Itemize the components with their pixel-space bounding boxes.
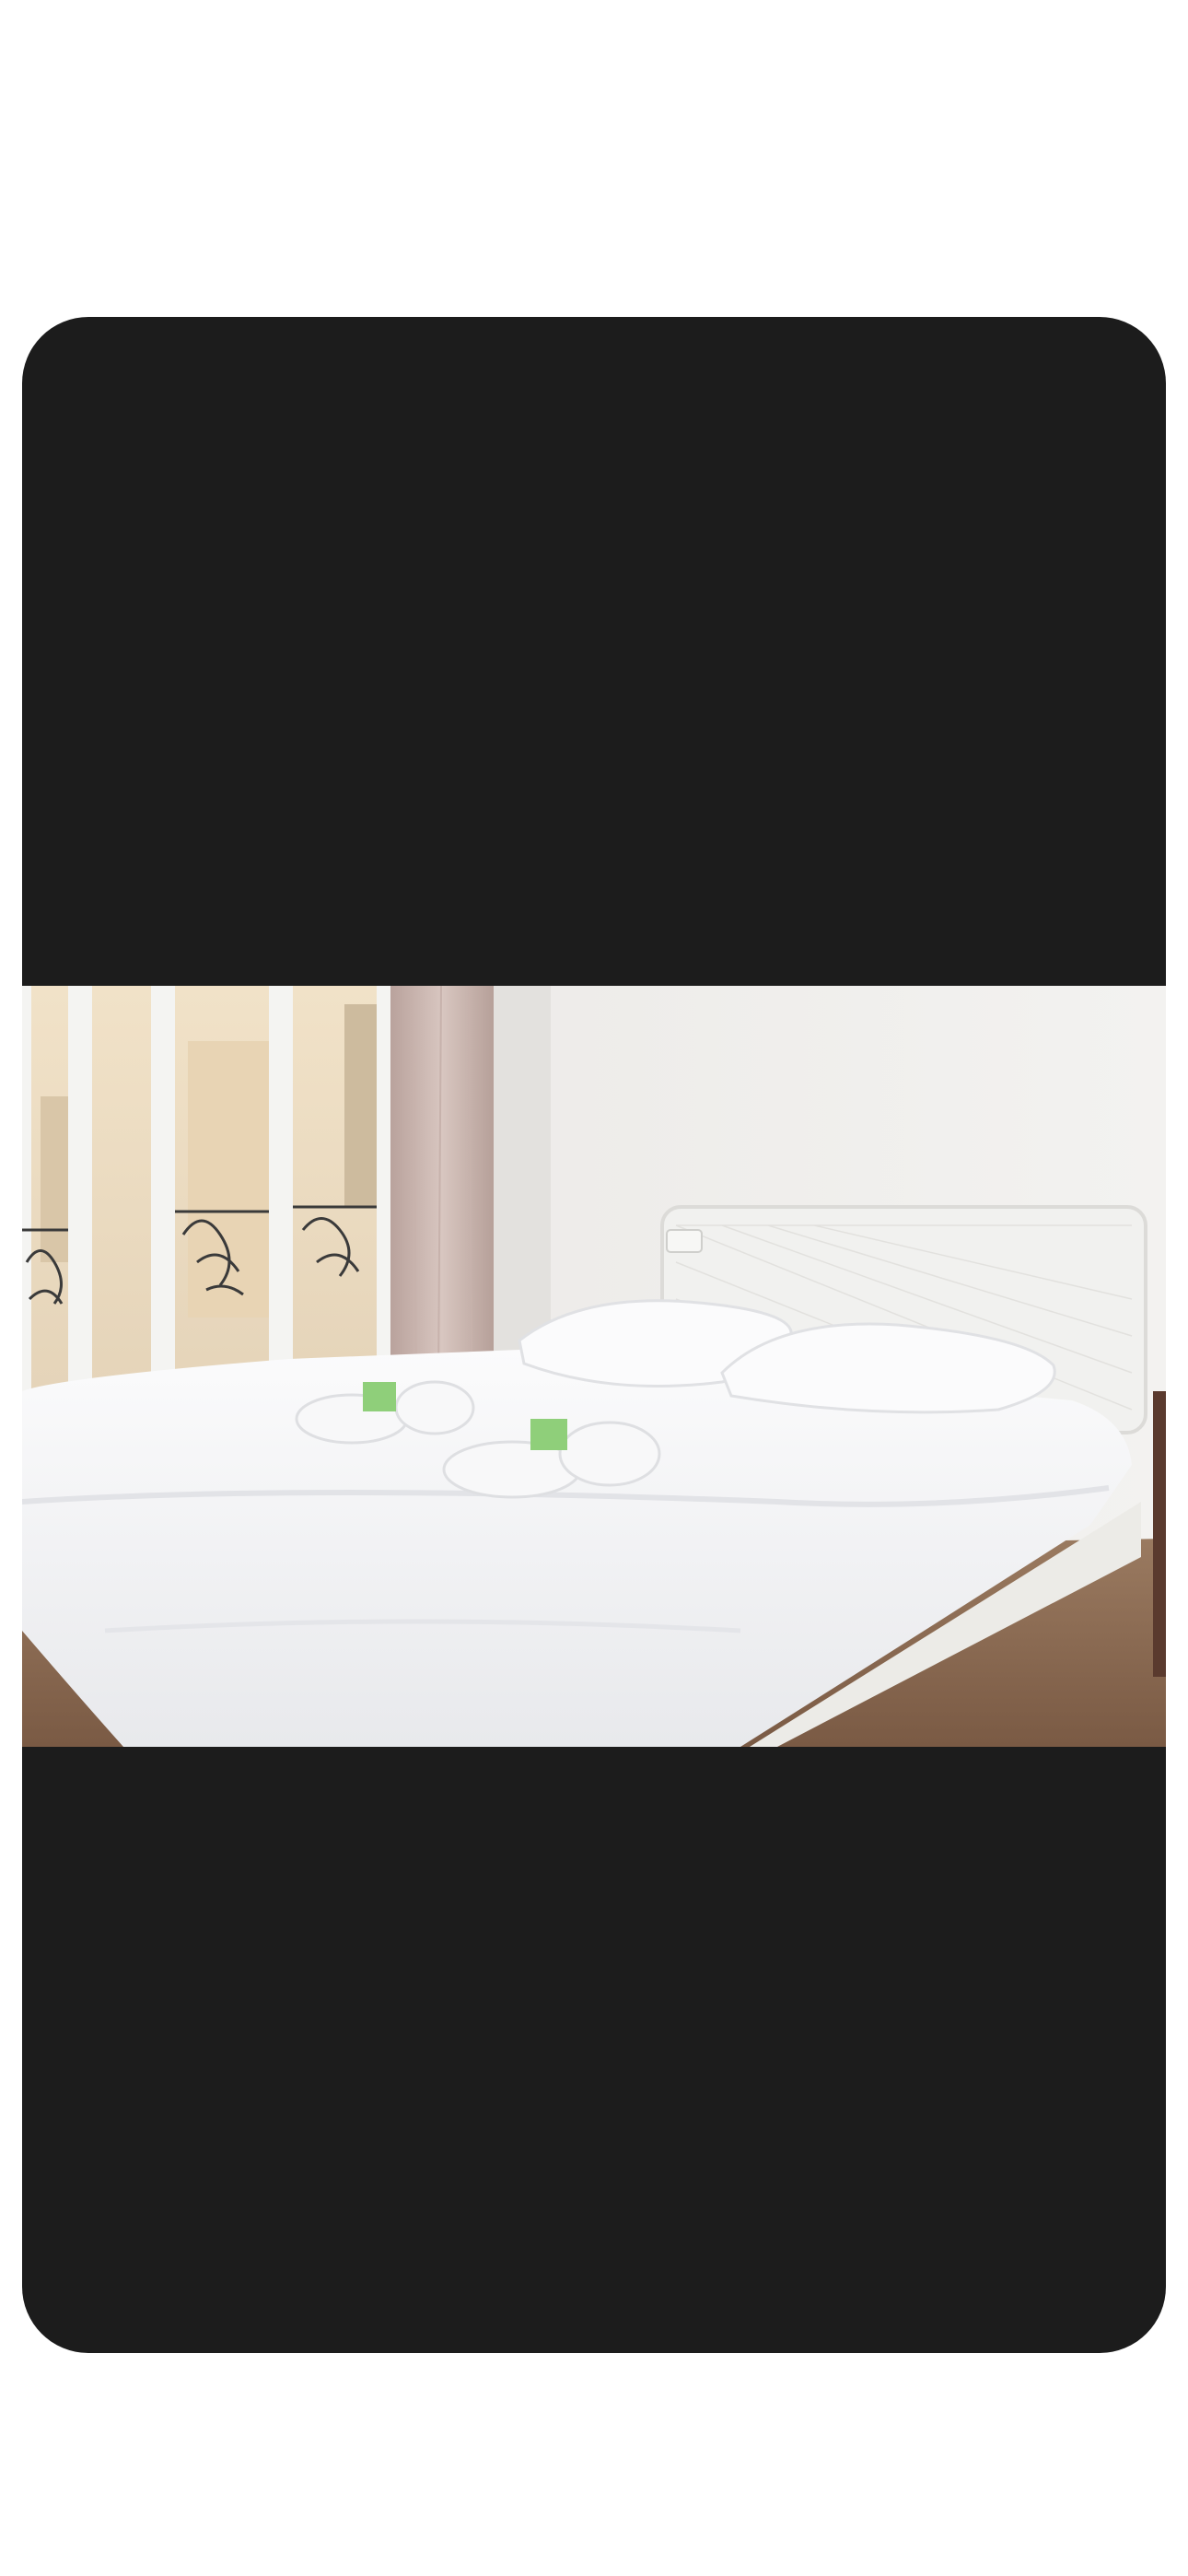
window-frame-left (22, 986, 31, 1419)
bedroom-photo-illustration (22, 986, 1166, 1747)
photo-viewer-screen (0, 0, 1188, 2576)
towel-2-ribbon (530, 1419, 567, 1450)
window-mullion-1 (68, 986, 92, 1419)
nightstand (1153, 1391, 1166, 1677)
bedroom-photo[interactable] (22, 986, 1166, 1747)
outside-shutter-right (344, 1004, 381, 1207)
power-outlet (666, 1229, 703, 1253)
photo-viewer-frame[interactable] (22, 317, 1166, 2353)
window-mullion-3 (269, 986, 293, 1419)
towel-2-roll (394, 1380, 475, 1435)
towel-1-ribbon (363, 1382, 396, 1411)
towel-4-roll (558, 1421, 661, 1487)
curtain (390, 986, 494, 1382)
wall-corner (494, 986, 551, 1382)
window-mullion-2 (151, 986, 175, 1419)
outside-building (188, 1041, 271, 1317)
